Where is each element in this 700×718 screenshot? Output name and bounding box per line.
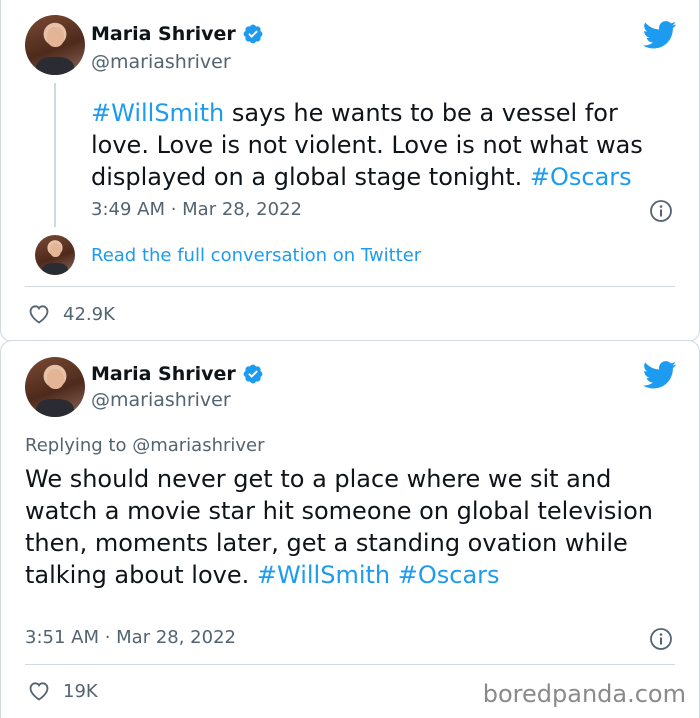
hashtag-willsmith[interactable]: #WillSmith — [257, 561, 390, 589]
author-row: Maria Shriver — [91, 363, 264, 385]
heart-icon[interactable] — [27, 679, 51, 703]
hashtag-oscars[interactable]: #Oscars — [530, 163, 632, 191]
verified-badge-icon — [243, 24, 263, 44]
divider — [25, 286, 675, 287]
author-row: Maria Shriver — [91, 23, 264, 45]
avatar-small — [35, 235, 75, 275]
info-icon[interactable] — [649, 199, 673, 223]
like-action[interactable]: 19K — [27, 679, 98, 703]
avatar[interactable] — [25, 15, 85, 75]
like-count: 19K — [63, 680, 98, 702]
like-action[interactable]: 42.9K — [27, 302, 115, 326]
tweet-timestamp[interactable]: 3:49 AM · Mar 28, 2022 — [91, 199, 302, 220]
watermark: boredpanda.com — [482, 680, 686, 708]
divider — [25, 664, 675, 665]
avatar[interactable] — [25, 357, 85, 417]
like-count: 42.9K — [63, 303, 115, 325]
tweet-card-1: Maria Shriver @mariashriver #WillSmith s… — [0, 0, 700, 342]
author-name[interactable]: Maria Shriver — [91, 23, 236, 45]
hashtag-oscars[interactable]: #Oscars — [398, 561, 500, 589]
author-handle[interactable]: @mariashriver — [91, 51, 231, 73]
tweet-text: We should never get to a place where we … — [25, 463, 675, 591]
tweet-timestamp[interactable]: 3:51 AM · Mar 28, 2022 — [25, 627, 236, 648]
hashtag-willsmith[interactable]: #WillSmith — [91, 99, 224, 127]
verified-badge-icon — [243, 364, 263, 384]
twitter-bird-icon[interactable] — [643, 21, 677, 49]
tweet-text: #WillSmith says he wants to be a vessel … — [91, 97, 681, 193]
replying-handle[interactable]: @mariashriver — [132, 435, 264, 456]
read-conversation-link[interactable]: Read the full conversation on Twitter — [91, 245, 421, 266]
heart-icon[interactable] — [27, 302, 51, 326]
twitter-bird-icon[interactable] — [643, 361, 677, 389]
tweet-card-2: Maria Shriver @mariashriver Replying to … — [0, 340, 700, 718]
thread-line — [54, 83, 56, 227]
info-icon[interactable] — [649, 627, 673, 651]
author-handle[interactable]: @mariashriver — [91, 389, 231, 411]
author-name[interactable]: Maria Shriver — [91, 363, 236, 385]
replying-to: Replying to @mariashriver — [25, 435, 265, 456]
